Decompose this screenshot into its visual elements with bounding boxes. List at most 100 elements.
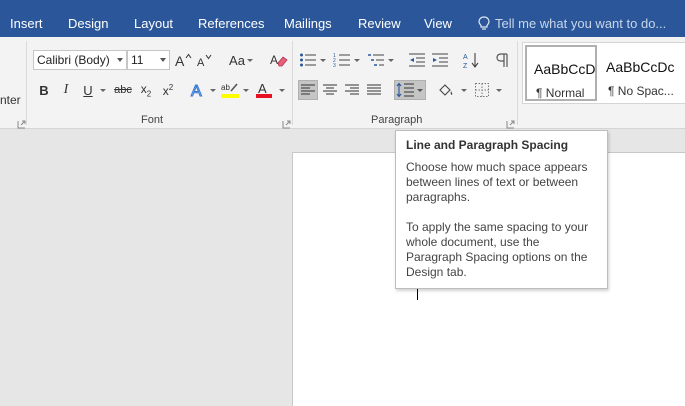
chevron-down-icon (279, 89, 285, 92)
change-case-label: Aa (229, 52, 245, 68)
paragraph-group-label: Paragraph (371, 114, 423, 126)
svg-text:Z: Z (463, 63, 468, 69)
chevron-down-icon (388, 59, 394, 62)
paint-bucket-icon (439, 84, 453, 96)
tooltip-title: Line and Paragraph Spacing (406, 138, 569, 152)
shrink-font-button[interactable]: A (194, 50, 214, 70)
bold-button[interactable]: B (34, 80, 54, 100)
borders-icon (475, 83, 489, 97)
chevron-down-icon (160, 58, 166, 62)
grow-font-icon: A (175, 53, 192, 68)
decrease-indent-button[interactable] (407, 50, 427, 70)
font-color-icon: A (256, 81, 272, 98)
chevron-down-icon (100, 89, 106, 92)
partial-clipboard-label: nter (0, 93, 21, 107)
chevron-down-icon (496, 89, 502, 92)
style-name: ¶ No Spac... (608, 84, 674, 98)
align-left-button[interactable] (298, 80, 318, 100)
line-paragraph-spacing-button[interactable] (394, 80, 426, 100)
chevron-down-icon (461, 89, 467, 92)
paragraph-launcher-icon[interactable] (506, 116, 515, 129)
tooltip-paragraph: Choose how much space appears between li… (406, 160, 588, 204)
tab-insert[interactable]: Insert (10, 0, 43, 37)
font-color-button[interactable]: A (254, 80, 274, 100)
font-group-label: Font (141, 114, 164, 126)
decrease-indent-icon (409, 53, 425, 67)
highlighter-icon: ab (221, 83, 239, 98)
chevron-down-icon (247, 59, 253, 62)
ribbon-tab-bar: Insert Design Layout References Mailings… (0, 0, 685, 37)
shrink-font-icon: A (197, 54, 212, 68)
chevron-down-icon (117, 58, 123, 62)
font-name-value: Calibri (Body) (37, 53, 110, 67)
group-separator (517, 41, 518, 125)
tab-mailings[interactable]: Mailings (284, 0, 332, 37)
increase-indent-button[interactable] (430, 50, 450, 70)
svg-text:A: A (197, 57, 205, 68)
svg-text:ab: ab (221, 83, 230, 92)
multilevel-list-icon (368, 54, 384, 66)
svg-text:A: A (258, 81, 267, 96)
sort-icon: AZ (463, 53, 479, 69)
borders-button[interactable] (472, 80, 492, 100)
align-right-button[interactable] (342, 80, 362, 100)
align-center-icon (323, 84, 337, 95)
tab-layout[interactable]: Layout (134, 0, 173, 37)
bold-label: B (39, 82, 49, 98)
svg-text:3: 3 (333, 63, 336, 68)
chevron-down-icon (354, 59, 360, 62)
lightbulb-icon (478, 16, 490, 30)
font-name-combo[interactable]: Calibri (Body) (33, 50, 127, 70)
tab-review[interactable]: Review (358, 0, 401, 37)
clipboard-launcher-icon[interactable] (17, 116, 26, 129)
shading-button[interactable] (436, 80, 456, 100)
style-sample: AaBbCcDc (534, 61, 597, 77)
chevron-down-icon (320, 59, 326, 62)
style-name: ¶ Normal (536, 86, 585, 100)
tooltip-paragraph: To apply the same spacing to your whole … (406, 220, 589, 279)
center-button[interactable] (320, 80, 340, 100)
chevron-down-icon (210, 89, 216, 92)
style-normal[interactable]: AaBbCcDc ¶ Normal (525, 45, 597, 101)
show-formatting-marks-button[interactable] (492, 50, 512, 70)
eraser-icon: A (270, 53, 288, 67)
group-separator (26, 41, 27, 125)
pilcrow-icon (496, 53, 508, 67)
font-launcher-icon[interactable] (282, 116, 291, 129)
italic-label: I (63, 82, 69, 97)
tab-references[interactable]: References (198, 0, 264, 37)
sort-button[interactable]: AZ (462, 50, 482, 70)
style-sample: AaBbCcDc (606, 59, 675, 75)
bullets-icon (300, 53, 316, 67)
svg-text:A: A (463, 54, 468, 61)
increase-indent-icon (432, 53, 448, 67)
font-size-combo[interactable]: 11 (127, 50, 170, 70)
text-effects-button[interactable]: A (188, 80, 208, 100)
subscript-button[interactable]: x2 (136, 80, 156, 100)
chevron-down-icon (243, 89, 249, 92)
align-left-icon (301, 84, 315, 95)
underline-label: U (83, 82, 93, 98)
bullets-button[interactable] (298, 50, 318, 70)
line-spacing-icon (396, 82, 423, 98)
group-separator (292, 41, 293, 125)
tab-design[interactable]: Design (68, 0, 108, 37)
tab-view[interactable]: View (424, 0, 452, 37)
justify-button[interactable] (364, 80, 384, 100)
highlight-button[interactable]: ab (220, 80, 240, 100)
numbering-button[interactable]: 123 (332, 50, 352, 70)
superscript-label: x2 (162, 82, 174, 98)
italic-button[interactable]: I (56, 80, 76, 100)
strikethrough-button[interactable]: abc (112, 80, 134, 100)
grow-font-button[interactable]: A (173, 50, 193, 70)
multilevel-list-button[interactable] (366, 50, 386, 70)
style-no-spacing[interactable]: AaBbCcDc ¶ No Spac... (599, 45, 685, 101)
strikethrough-label: abc (114, 84, 132, 96)
superscript-button[interactable]: x2 (158, 80, 178, 100)
svg-text:A: A (175, 53, 185, 68)
styles-gallery: AaBbCcDc ¶ Normal AaBbCcDc ¶ No Spac... (522, 42, 685, 104)
numbering-icon: 123 (333, 53, 350, 68)
font-size-value: 11 (131, 53, 144, 67)
clear-formatting-button[interactable]: A (268, 50, 290, 70)
underline-button[interactable]: U (78, 80, 98, 100)
